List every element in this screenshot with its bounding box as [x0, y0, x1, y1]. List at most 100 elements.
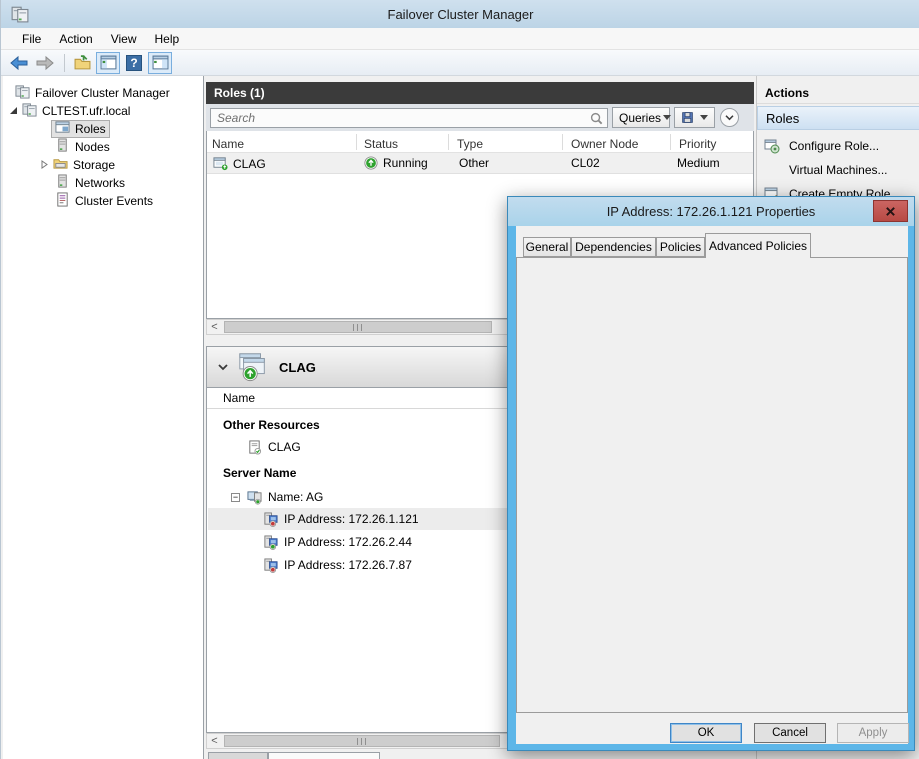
group-server-name: Server Name — [223, 462, 296, 484]
resource-icon — [247, 440, 262, 455]
menu-bar: File Action View Help — [1, 28, 919, 50]
server-name-icon — [247, 490, 262, 505]
console-tree-panel: Failover Cluster Manager CLTEST.ufr.loca… — [3, 76, 204, 759]
role-icon — [213, 156, 228, 171]
networks-icon — [55, 174, 70, 192]
tree-item-nodes[interactable]: Nodes — [55, 138, 110, 156]
role-status: Running — [383, 156, 428, 170]
chevron-down-icon — [724, 114, 735, 121]
action-virtual-machines[interactable]: Virtual Machines... — [757, 158, 919, 182]
list-item-ip2[interactable]: IP Address: 172.26.2.44 — [263, 531, 412, 553]
ip-offline-icon — [263, 512, 278, 527]
tab-advanced-policies[interactable]: Advanced Policies — [705, 233, 811, 258]
col-priority[interactable]: Priority — [679, 137, 716, 151]
queries-caret-icon — [663, 115, 671, 120]
role-type: Other — [459, 156, 489, 170]
list-item-clag-resource[interactable]: CLAG — [247, 436, 301, 458]
role-owner-node: CL02 — [571, 156, 600, 170]
tree-item-roles[interactable]: Roles — [51, 120, 110, 138]
help-icon[interactable]: ? — [122, 52, 146, 74]
save-caret-icon — [700, 115, 708, 120]
scrollbar-thumb[interactable] — [224, 321, 492, 333]
queries-button[interactable]: Queries — [612, 107, 670, 128]
search-icon[interactable] — [589, 111, 604, 129]
cluster-icon — [22, 102, 37, 120]
close-button[interactable] — [873, 200, 908, 222]
dialog-titlebar: IP Address: 172.26.1.121 Properties — [508, 197, 914, 226]
detail-title: CLAG — [279, 360, 316, 375]
export-list-icon[interactable] — [70, 52, 94, 74]
expander-expanded-icon[interactable] — [9, 104, 18, 118]
action-configure-role[interactable]: Configure Role... — [757, 134, 919, 158]
col-name[interactable]: Name — [212, 137, 244, 151]
tree-item-cluster-events[interactable]: Cluster Events — [55, 192, 153, 210]
console-tree-toggle-icon[interactable] — [96, 52, 120, 74]
role-priority: Medium — [677, 156, 720, 170]
properties-dialog: IP Address: 172.26.1.121 Properties Gene… — [507, 196, 915, 751]
expander-collapsed-icon[interactable] — [41, 158, 49, 172]
group-other-resources: Other Resources — [223, 414, 320, 436]
roles-list-header: Name Status Type Owner Node Priority — [207, 131, 753, 153]
toolbar-separator — [64, 54, 65, 72]
col-type[interactable]: Type — [457, 137, 483, 151]
bottom-tab-1[interactable] — [208, 752, 268, 759]
col-owner[interactable]: Owner Node — [571, 137, 638, 151]
menu-action[interactable]: Action — [50, 30, 101, 48]
ok-button[interactable]: OK — [670, 723, 742, 743]
storage-icon — [53, 156, 68, 174]
configure-role-icon — [763, 138, 781, 154]
tree-item-storage[interactable]: Storage — [41, 156, 115, 174]
tree-item-cluster[interactable]: CLTEST.ufr.local — [9, 102, 130, 120]
tab-dependencies[interactable]: Dependencies — [571, 237, 656, 257]
save-query-button[interactable] — [674, 107, 715, 128]
menu-help[interactable]: Help — [146, 30, 189, 48]
app-icon — [11, 5, 29, 26]
save-icon — [681, 111, 694, 124]
roles-panel-header: Roles (1) — [206, 82, 754, 104]
actions-title: Actions — [757, 82, 919, 104]
application-window: Failover Cluster Manager File Action Vie… — [0, 0, 919, 759]
nodes-icon — [55, 138, 70, 156]
col-status[interactable]: Status — [364, 137, 398, 151]
forward-icon[interactable] — [33, 52, 57, 74]
apply-button[interactable]: Apply — [837, 723, 909, 743]
toolbar: ? — [1, 50, 919, 76]
list-item-ip3[interactable]: IP Address: 172.26.7.87 — [263, 554, 412, 576]
events-icon — [55, 192, 70, 210]
tab-policies[interactable]: Policies — [656, 237, 705, 257]
action-pane-toggle-icon[interactable] — [148, 52, 172, 74]
collapse-search-button[interactable] — [720, 108, 739, 127]
menu-view[interactable]: View — [102, 30, 146, 48]
list-item-server-name[interactable]: − Name: AG — [231, 486, 323, 508]
roles-panel-title: Roles (1) — [214, 86, 265, 100]
running-status-icon — [364, 156, 378, 170]
search-toolbar: Queries — [206, 104, 754, 131]
advanced-policies-page — [516, 257, 908, 713]
scroll-left-icon[interactable]: < — [207, 734, 222, 748]
cancel-button[interactable]: Cancel — [754, 723, 826, 743]
window-titlebar: Failover Cluster Manager — [1, 0, 919, 28]
table-row[interactable]: CLAG Running Other CL02 Medium — [207, 153, 753, 174]
ip-offline-icon — [263, 558, 278, 573]
scrollbar-thumb[interactable] — [224, 735, 500, 747]
tab-general[interactable]: General — [523, 237, 571, 257]
cluster-manager-icon — [15, 84, 30, 102]
back-icon[interactable] — [7, 52, 31, 74]
detail-bottom-tabs — [206, 751, 754, 759]
menu-file[interactable]: File — [13, 30, 50, 48]
collapse-box-icon[interactable]: − — [231, 493, 240, 502]
tree-item-networks[interactable]: Networks — [55, 174, 125, 192]
actions-section-roles[interactable]: Roles — [757, 106, 919, 130]
scroll-left-icon[interactable]: < — [207, 320, 222, 334]
dialog-title: IP Address: 172.26.1.121 Properties — [607, 204, 816, 219]
bottom-tab-2[interactable] — [268, 752, 380, 759]
roles-icon — [55, 120, 70, 138]
search-input[interactable] — [210, 108, 608, 128]
close-icon — [885, 206, 896, 217]
ip-online-icon — [263, 535, 278, 550]
clag-role-icon — [237, 351, 269, 383]
role-name: CLAG — [233, 157, 266, 171]
collapse-detail-button[interactable] — [217, 360, 229, 374]
window-title: Failover Cluster Manager — [388, 7, 534, 22]
tree-item-root[interactable]: Failover Cluster Manager — [15, 84, 170, 102]
